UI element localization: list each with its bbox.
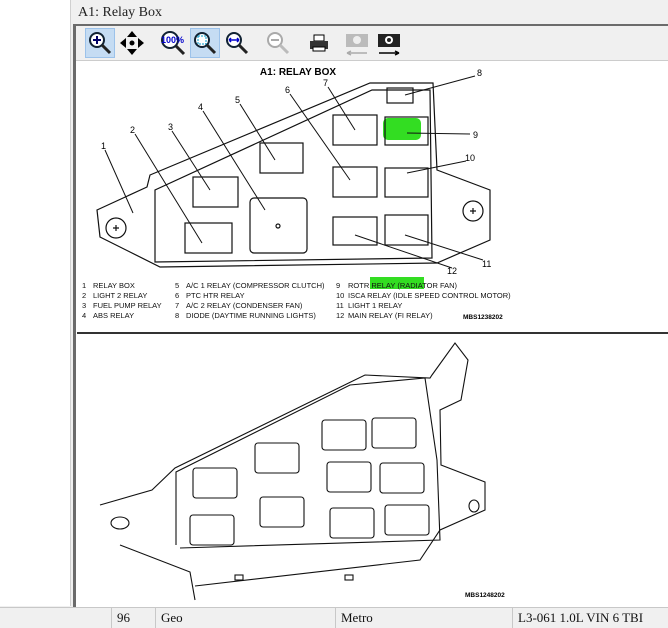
relay-10 xyxy=(384,167,429,198)
status-year: 96 xyxy=(111,608,155,628)
callout-12: 12 xyxy=(447,266,457,276)
legend-label: ABS RELAY xyxy=(93,311,134,320)
highlight-relay-9 xyxy=(383,118,421,140)
legend: 1 RELAY BOX 2 LIGHT 2 RELAY 3 FUEL PUMP RELAY… xyxy=(82,281,511,320)
relay-socket xyxy=(384,504,430,536)
legend-label: RELAY BOX xyxy=(93,281,135,290)
leader-lines xyxy=(104,75,484,269)
figure-code-bottom: MBS1248202 xyxy=(465,592,505,599)
legend-label: DIODE (DAYTIME RUNNING LIGHTS) xyxy=(186,311,316,320)
callout-10: 10 xyxy=(465,153,475,163)
legend-number: 2 xyxy=(82,291,86,300)
relay-socket xyxy=(371,417,417,449)
relay-box-diagram: A1: RELAY BOX 1 2 3 4 5 6 7 8 9 10 11 12… xyxy=(77,67,668,601)
relay-4 xyxy=(249,197,308,254)
callout-numbers: 1 2 3 4 5 6 7 8 9 10 11 12 xyxy=(101,68,491,276)
relay-12 xyxy=(332,216,378,246)
relay-3 xyxy=(192,176,239,208)
legend-label: PTC HTR RELAY xyxy=(186,291,245,300)
legend-number: 7 xyxy=(175,301,179,310)
legend-label: LIGHT 1 RELAY xyxy=(348,301,402,310)
callout-9: 9 xyxy=(473,130,478,140)
legend-label: A/C 2 RELAY (CONDENSER FAN) xyxy=(186,301,303,310)
legend-number: 12 xyxy=(336,311,344,320)
legend-label: LIGHT 2 RELAY xyxy=(93,291,147,300)
callout-3: 3 xyxy=(168,122,173,132)
relay-socket xyxy=(326,461,372,493)
relay-sockets xyxy=(189,417,430,546)
relay-socket xyxy=(259,496,305,528)
legend-number: 8 xyxy=(175,311,179,320)
relay-box-outline xyxy=(96,82,491,268)
callout-6: 6 xyxy=(285,85,290,95)
legend-label: MAIN RELAY (FI RELAY) xyxy=(348,311,433,320)
legend-number: 6 xyxy=(175,291,179,300)
relay-socket xyxy=(321,419,367,451)
legend-number: 3 xyxy=(82,301,86,310)
callout-2: 2 xyxy=(130,125,135,135)
callout-4: 4 xyxy=(198,102,203,112)
status-model: Metro xyxy=(335,608,513,628)
status-make: Geo xyxy=(155,608,336,628)
callout-7: 7 xyxy=(323,78,328,88)
legend-label: ROTR RELAY (RADIATOR FAN) xyxy=(348,281,458,290)
legend-label: FUEL PUMP RELAY xyxy=(93,301,162,310)
callout-8: 8 xyxy=(477,68,482,78)
relays xyxy=(184,87,429,254)
figure-code-top: MBS1238202 xyxy=(463,314,503,321)
relay-socket xyxy=(379,462,425,494)
legend-label: ISCA RELAY (IDLE SPEED CONTROL MOTOR) xyxy=(348,291,511,300)
status-bar: 96 Geo Metro L3-061 1.0L VIN 6 TBI xyxy=(0,607,668,628)
legend-number: 9 xyxy=(336,281,340,290)
callout-5: 5 xyxy=(235,95,240,105)
relay-5 xyxy=(259,142,304,174)
legend-number: 4 xyxy=(82,311,86,320)
relay-6 xyxy=(332,166,378,198)
relay-socket xyxy=(254,442,300,474)
status-engine: L3-061 1.0L VIN 6 TBI xyxy=(512,608,668,628)
legend-number: 1 xyxy=(82,281,86,290)
legend-number: 11 xyxy=(336,301,344,310)
legend-label: A/C 1 RELAY (COMPRESSOR CLUTCH) xyxy=(186,281,325,290)
callout-1: 1 xyxy=(101,141,106,151)
diagram-title: A1: RELAY BOX xyxy=(260,67,336,78)
relay-socket xyxy=(189,514,235,546)
relay-socket xyxy=(192,467,238,499)
legend-number: 10 xyxy=(336,291,344,300)
callout-11: 11 xyxy=(482,259,491,269)
relay-socket xyxy=(329,507,375,539)
legend-number: 5 xyxy=(175,281,179,290)
